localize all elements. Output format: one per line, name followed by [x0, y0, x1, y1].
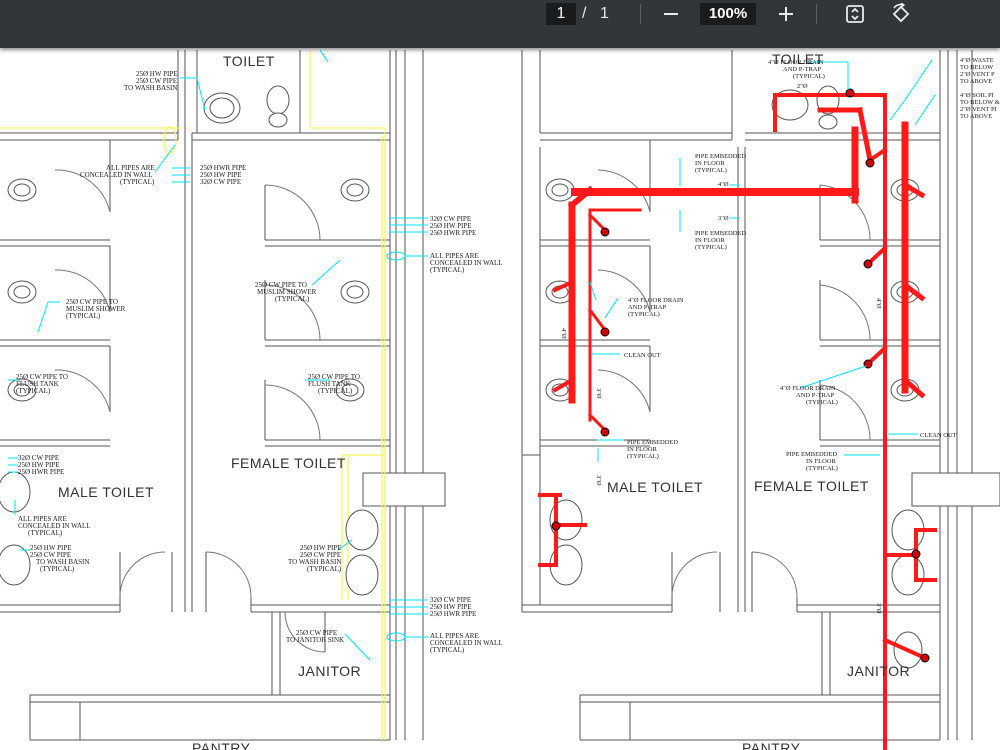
note-line: (TYPICAL)	[120, 178, 155, 186]
note-line: IN FLOOR	[695, 237, 725, 244]
room-label: PANTRY	[742, 740, 801, 750]
fit-to-page-button[interactable]	[841, 1, 869, 27]
room-label: TOILET	[223, 53, 275, 69]
plus-icon	[779, 7, 793, 21]
zoom-level-input[interactable]: 100%	[700, 3, 756, 25]
right-fixtures	[545, 85, 925, 669]
note-line: IN FLOOR	[806, 458, 836, 465]
note-line: 25Ø HWR PIPE	[18, 468, 64, 476]
toolbar-divider	[816, 4, 817, 24]
note-line: PIPE EMBEDDED	[627, 439, 678, 446]
page-number-input[interactable]: 1	[546, 3, 576, 25]
note-line: TO ABOVE	[960, 78, 992, 85]
note-line: (TYPICAL)	[28, 529, 63, 537]
note-line: (TYPICAL)	[16, 387, 51, 395]
note-line: (TYPICAL)	[40, 565, 75, 573]
note-line: (TYPICAL)	[628, 311, 660, 318]
toolbar-divider	[640, 4, 641, 24]
right-plan	[521, 50, 1000, 741]
pipe-size-label: 4"Ø	[718, 181, 729, 188]
room-label: FEMALE TOILET	[754, 478, 869, 494]
left-plan	[0, 50, 446, 741]
note-line: 2"Ø VENT P	[960, 71, 995, 78]
rotate-button[interactable]	[887, 1, 915, 27]
zoom-out-button[interactable]	[657, 1, 685, 27]
note-line: 4"Ø FLOOR DRAIN	[768, 59, 824, 66]
plumbing-drawing: TOILET FEMALE TOILET MALE TOILET JANITOR…	[0, 49, 1000, 750]
pipe-size-label: 3"Ø	[718, 215, 729, 222]
pdf-toolbar: 1 / 1 100%	[0, 0, 1000, 48]
note-line: PIPE EMBEDDED	[786, 451, 837, 458]
note-line: (TYPICAL)	[793, 73, 825, 80]
pipe-size-label: 4"Ø	[560, 328, 567, 339]
note-line: (TYPICAL)	[318, 387, 353, 395]
pipe-size-label: 3"Ø	[595, 388, 602, 399]
note-line: (TYPICAL)	[806, 465, 838, 472]
note-line: 32Ø CW PIPE	[200, 178, 241, 186]
room-label: FEMALE TOILET	[231, 455, 346, 471]
left-labels: TOILET FEMALE TOILET MALE TOILET JANITOR…	[16, 53, 503, 750]
note-line: TO JANITOR SINK	[286, 636, 344, 644]
note-line: TO BELOW &	[960, 99, 1000, 106]
room-label: JANITOR	[298, 663, 361, 679]
right-drain-markers	[551, 88, 930, 663]
document-viewer[interactable]: TOILET FEMALE TOILET MALE TOILET JANITOR…	[0, 48, 1000, 750]
note-line: IN FLOOR	[627, 446, 657, 453]
note-line: (TYPICAL)	[806, 399, 838, 406]
note-line: (TYPICAL)	[695, 167, 727, 174]
note-line: PIPE EMBEDDED	[695, 153, 746, 160]
note-line: AND P-TRAP	[796, 392, 834, 399]
room-label: MALE TOILET	[607, 479, 703, 495]
note-line: (TYPICAL)	[307, 565, 342, 573]
note-line: 4"Ø WASTE	[960, 57, 994, 64]
note-line: CLEAN OUT	[920, 432, 957, 439]
note-line: IN FLOOR	[695, 160, 725, 167]
note-line: (TYPICAL)	[430, 646, 465, 654]
pipe-size-label: 3"Ø	[875, 603, 882, 614]
room-label: JANITOR	[847, 663, 910, 679]
right-labels: TOILET MALE TOILET FEMALE TOILET JANITOR…	[560, 51, 1000, 750]
note-line: 4"Ø SOIL PI	[960, 92, 994, 99]
note-line: PIPE EMBEDDED	[695, 230, 746, 237]
note-line: 4"Ø FLOOR DRAIN	[628, 297, 684, 304]
note-line: TO BELOW	[960, 64, 994, 71]
page-total: 1	[600, 5, 609, 22]
rotate-icon	[892, 3, 910, 23]
note-line: (TYPICAL)	[430, 266, 465, 274]
note-line: AND P-TRAP	[628, 304, 666, 311]
room-label: MALE TOILET	[58, 484, 154, 500]
pipe-size-label: 3"Ø	[595, 475, 602, 486]
zoom-in-button[interactable]	[772, 1, 800, 27]
note-line: AND P-TRAP	[783, 66, 821, 73]
note-line: (TYPICAL)	[627, 453, 659, 460]
note-line: (TYPICAL)	[66, 312, 101, 320]
pipe-size-label: 2"Ø	[797, 83, 808, 90]
note-line: (TYPICAL)	[275, 295, 310, 303]
fit-to-page-icon	[846, 5, 864, 23]
pipe-size-label: 4"Ø	[875, 298, 882, 309]
minus-icon	[664, 13, 678, 15]
note-line: CLEAN OUT	[624, 352, 661, 359]
note-line: 2"Ø VENT PI	[960, 106, 997, 113]
note-line: 25Ø HWR PIPE	[430, 229, 476, 237]
note-line: (TYPICAL)	[695, 244, 727, 251]
page-separator: /	[582, 5, 587, 22]
note-line: 4"Ø FLOOR DRAIN	[780, 385, 836, 392]
note-line: TO ABOVE	[960, 113, 992, 120]
room-label: PANTRY	[192, 740, 251, 750]
note-line: TO WASH BASIN	[124, 84, 177, 92]
note-line: 25Ø HWR PIPE	[430, 610, 476, 618]
